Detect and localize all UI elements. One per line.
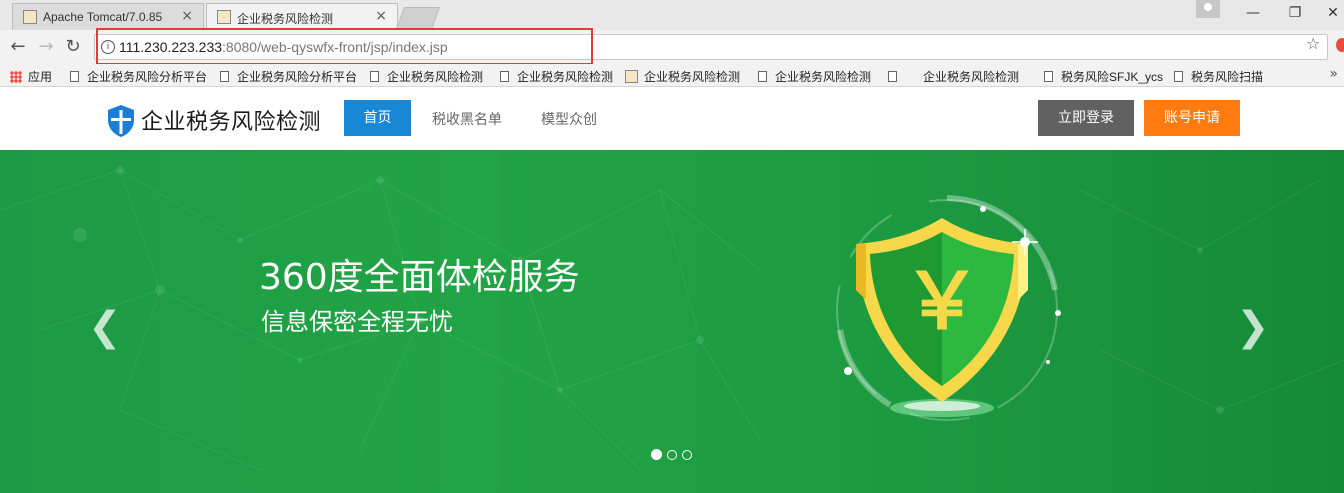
- hero-banner: ❮ ❯ 360度全面体检服务 信息保密全程无忧 ￥: [0, 150, 1344, 493]
- forward-arrow-icon[interactable]: →: [36, 37, 56, 57]
- yuan-symbol: ￥: [903, 257, 981, 347]
- nav-model-link[interactable]: 模型众创: [541, 109, 597, 129]
- bookmark-item[interactable]: 企业税务风险检测: [500, 68, 613, 85]
- prev-slide-arrow-icon[interactable]: ❮: [88, 304, 122, 350]
- page-icon: [220, 71, 229, 82]
- bookmark-item[interactable]: 企业税务风险检测: [758, 68, 871, 85]
- banner-title: 360度全面体检服务: [259, 257, 580, 298]
- tab-title: 企业税务风险检测: [237, 12, 334, 26]
- highlight-box: [96, 28, 593, 65]
- close-tab-icon[interactable]: ×: [375, 8, 387, 24]
- tab-tax-risk[interactable]: 企业税务风险检测 ×: [206, 3, 398, 30]
- new-tab-button[interactable]: [395, 7, 441, 29]
- slide-indicators: [651, 445, 697, 460]
- bookmark-apps[interactable]: 应用: [10, 68, 52, 85]
- login-button[interactable]: 立即登录: [1038, 100, 1134, 136]
- site-favicon-icon: [217, 10, 231, 24]
- site-logo-text[interactable]: 企业税务风险检测: [141, 104, 321, 136]
- bookmark-item[interactable]: 企业税务风险分析平台: [220, 68, 358, 85]
- tab-title: Apache Tomcat/7.0.85: [43, 10, 163, 24]
- bookmarks-bar: 应用 企业税务风险分析平台 企业税务风险分析平台 企业税务风险检测 企业税务风险…: [0, 64, 1344, 87]
- nav-home-tab[interactable]: 首页: [344, 100, 411, 136]
- page-icon: [370, 71, 379, 82]
- tab-strip: Apache Tomcat/7.0.85 × 企业税务风险检测 × — ❐ ✕: [0, 0, 1344, 30]
- window-close-icon[interactable]: ✕: [1310, 0, 1344, 26]
- bookmark-item[interactable]: 企业税务风险分析平台: [70, 68, 210, 85]
- bookmark-label: 企业税务风险检测: [644, 70, 741, 84]
- reload-icon[interactable]: ↻: [63, 37, 83, 57]
- page-icon: [1174, 71, 1183, 82]
- bookmark-item[interactable]: 企业税务风险检测: [625, 68, 740, 85]
- page-icon: [70, 71, 79, 82]
- bookmark-label: 企业税务风险分析平台: [237, 70, 358, 84]
- bookmark-label: 税务风险扫描: [1191, 70, 1264, 84]
- yuan-shield-icon: ￥: [836, 195, 1061, 421]
- apps-icon: [10, 71, 22, 83]
- bookmarks-overflow-icon[interactable]: »: [1329, 66, 1338, 82]
- bookmark-item[interactable]: 企业税务风险检测: [370, 68, 483, 85]
- apply-account-button[interactable]: 账号申请: [1144, 100, 1240, 136]
- page-icon: [758, 71, 767, 82]
- bookmark-label: 企业税务风险检测: [923, 70, 1020, 84]
- bookmark-label: 应用: [28, 70, 53, 84]
- slide-dot[interactable]: [682, 450, 692, 460]
- favicon-icon: [625, 70, 638, 83]
- bookmark-star-icon[interactable]: ☆: [1306, 34, 1320, 53]
- slide-dot[interactable]: [651, 449, 662, 460]
- slide-dot[interactable]: [667, 450, 677, 460]
- tab-apache-tomcat[interactable]: Apache Tomcat/7.0.85 ×: [12, 3, 204, 30]
- extension-icon[interactable]: [1336, 38, 1344, 52]
- close-tab-icon[interactable]: ×: [181, 8, 193, 24]
- bookmark-item[interactable]: 税务风险扫描: [1174, 68, 1263, 85]
- network-background: [0, 166, 1344, 471]
- minimize-icon[interactable]: —: [1230, 0, 1276, 26]
- bookmark-label: 企业税务风险检测: [517, 70, 614, 84]
- banner-subtitle: 信息保密全程无忧: [261, 308, 453, 336]
- shield-logo-icon: [108, 105, 134, 137]
- page-icon: [1044, 71, 1053, 82]
- page-icon: [888, 71, 897, 82]
- bookmark-label: 企业税务风险分析平台: [87, 70, 208, 84]
- page-icon: [500, 71, 509, 82]
- nav-blacklist-link[interactable]: 税收黑名单: [432, 109, 502, 129]
- back-arrow-icon[interactable]: ←: [8, 37, 28, 57]
- next-slide-arrow-icon[interactable]: ❯: [1236, 304, 1270, 350]
- bookmark-label: 税务风险SFJK_ycs: [1061, 70, 1164, 84]
- bookmark-label: 企业税务风险检测: [775, 70, 872, 84]
- profile-avatar-icon[interactable]: [1196, 0, 1220, 18]
- tomcat-favicon-icon: [23, 10, 37, 24]
- bookmark-item[interactable]: 税务风险SFJK_ycs: [1044, 68, 1163, 85]
- bookmark-item[interactable]: 企业税务风险检测: [888, 68, 1019, 85]
- bookmark-label: 企业税务风险检测: [387, 70, 484, 84]
